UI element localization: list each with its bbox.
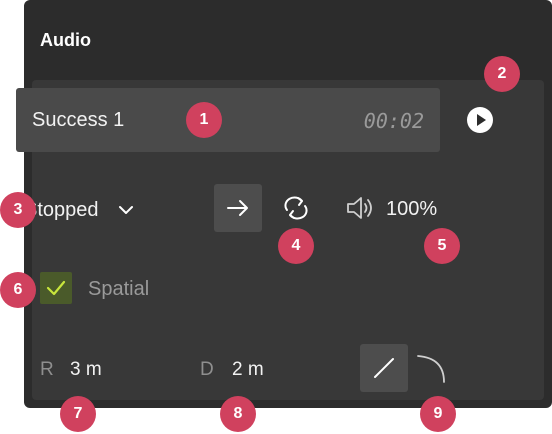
loop-button[interactable] [280,194,312,222]
linear-rolloff-button[interactable] [360,344,408,392]
volume-button[interactable] [345,194,375,222]
callout-marker-9: 9 [420,396,456,432]
checkmark-icon [46,280,66,296]
callout-marker-7: 7 [60,396,96,432]
loop-icon [284,196,308,220]
playback-state-dropdown[interactable]: Stopped [24,196,135,224]
play-direction-button[interactable] [214,184,262,232]
curve-rolloff-icon [417,355,445,383]
distance-value[interactable]: 2 m [232,359,264,381]
spatial-checkbox[interactable] [40,272,72,304]
chevron-down-icon [118,206,133,214]
clip-duration: 00:02 [363,109,424,133]
panel-title: Audio [40,30,91,50]
distance-label: D [200,359,214,380]
callout-marker-5: 5 [424,228,460,264]
volume-value[interactable]: 100% [386,198,437,221]
callout-marker-4: 4 [278,228,314,264]
audio-clip-field[interactable]: Success 1 00:02 [16,88,440,152]
radius-label: R [40,359,54,380]
linear-rolloff-icon [374,358,394,378]
callout-marker-8: 8 [220,396,256,432]
callout-marker-1: 1 [186,102,222,138]
clip-name: Success 1 [32,109,125,131]
callout-marker-6: 6 [0,272,36,308]
play-button[interactable] [466,106,494,134]
radius-value[interactable]: 3 m [70,359,102,381]
curve-rolloff-button[interactable] [412,350,448,386]
speaker-icon [347,197,372,219]
play-icon [467,107,493,133]
callout-marker-2: 2 [484,56,520,92]
spatial-label: Spatial [88,278,150,300]
callout-marker-3: 3 [0,192,36,228]
arrow-right-icon [227,200,248,216]
